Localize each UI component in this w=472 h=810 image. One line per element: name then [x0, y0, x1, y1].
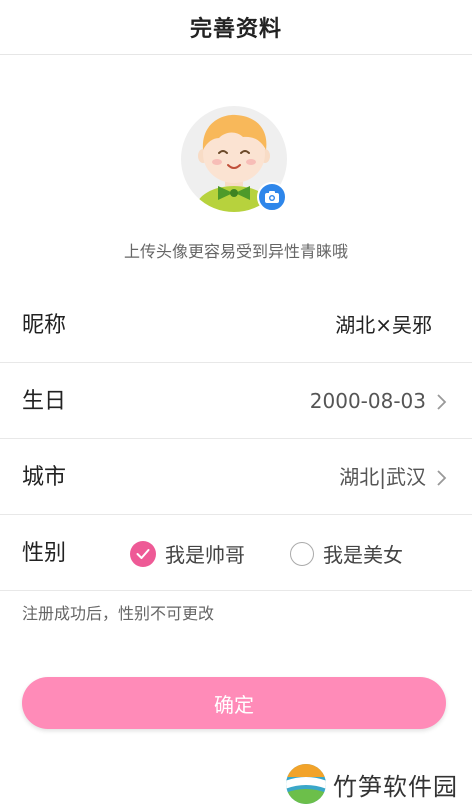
- page-title: 完善资料: [189, 17, 282, 42]
- chevron-right-icon: [437, 470, 447, 486]
- birthday-label: 生日: [22, 389, 67, 414]
- city-label: 城市: [22, 465, 67, 490]
- confirm-button[interactable]: 确定: [22, 677, 446, 729]
- gender-option-male[interactable]: 我是帅哥: [130, 516, 245, 591]
- birthday-value: 2000-08-03: [309, 389, 426, 413]
- top-bar: 完善资料: [0, 0, 472, 55]
- gender-option-label: 我是帅哥: [165, 543, 245, 567]
- avatar-hint: 上传头像更容易受到异性青睐哦: [123, 242, 348, 261]
- gender-option-label: 我是美女: [323, 543, 403, 567]
- gender-row: 性别 我是帅哥 我是美女: [0, 516, 472, 591]
- watermark-text: 竹笋软件园: [333, 772, 458, 801]
- city-value: 湖北|武汉: [339, 465, 426, 489]
- radio-checked-icon[interactable]: [130, 540, 156, 567]
- birthday-row[interactable]: 生日 2000-08-03: [0, 364, 472, 439]
- gender-label: 性别: [22, 541, 67, 566]
- radio-unchecked-icon[interactable]: [290, 541, 314, 566]
- watermark: 竹笋软件园: [285, 762, 458, 806]
- gender-option-female[interactable]: 我是美女: [290, 516, 403, 591]
- camera-icon[interactable]: [257, 182, 287, 212]
- nickname-value[interactable]: 湖北×吴邪: [335, 288, 432, 363]
- avatar-upload[interactable]: [181, 106, 287, 212]
- city-row[interactable]: 城市 湖北|武汉: [0, 440, 472, 515]
- gender-note: 注册成功后，性别不可更改: [22, 604, 215, 623]
- nickname-label: 昵称: [22, 313, 67, 338]
- chevron-right-icon: [437, 394, 447, 410]
- site-logo-icon: [286, 764, 326, 804]
- nickname-row[interactable]: 昵称 湖北×吴邪: [0, 288, 472, 363]
